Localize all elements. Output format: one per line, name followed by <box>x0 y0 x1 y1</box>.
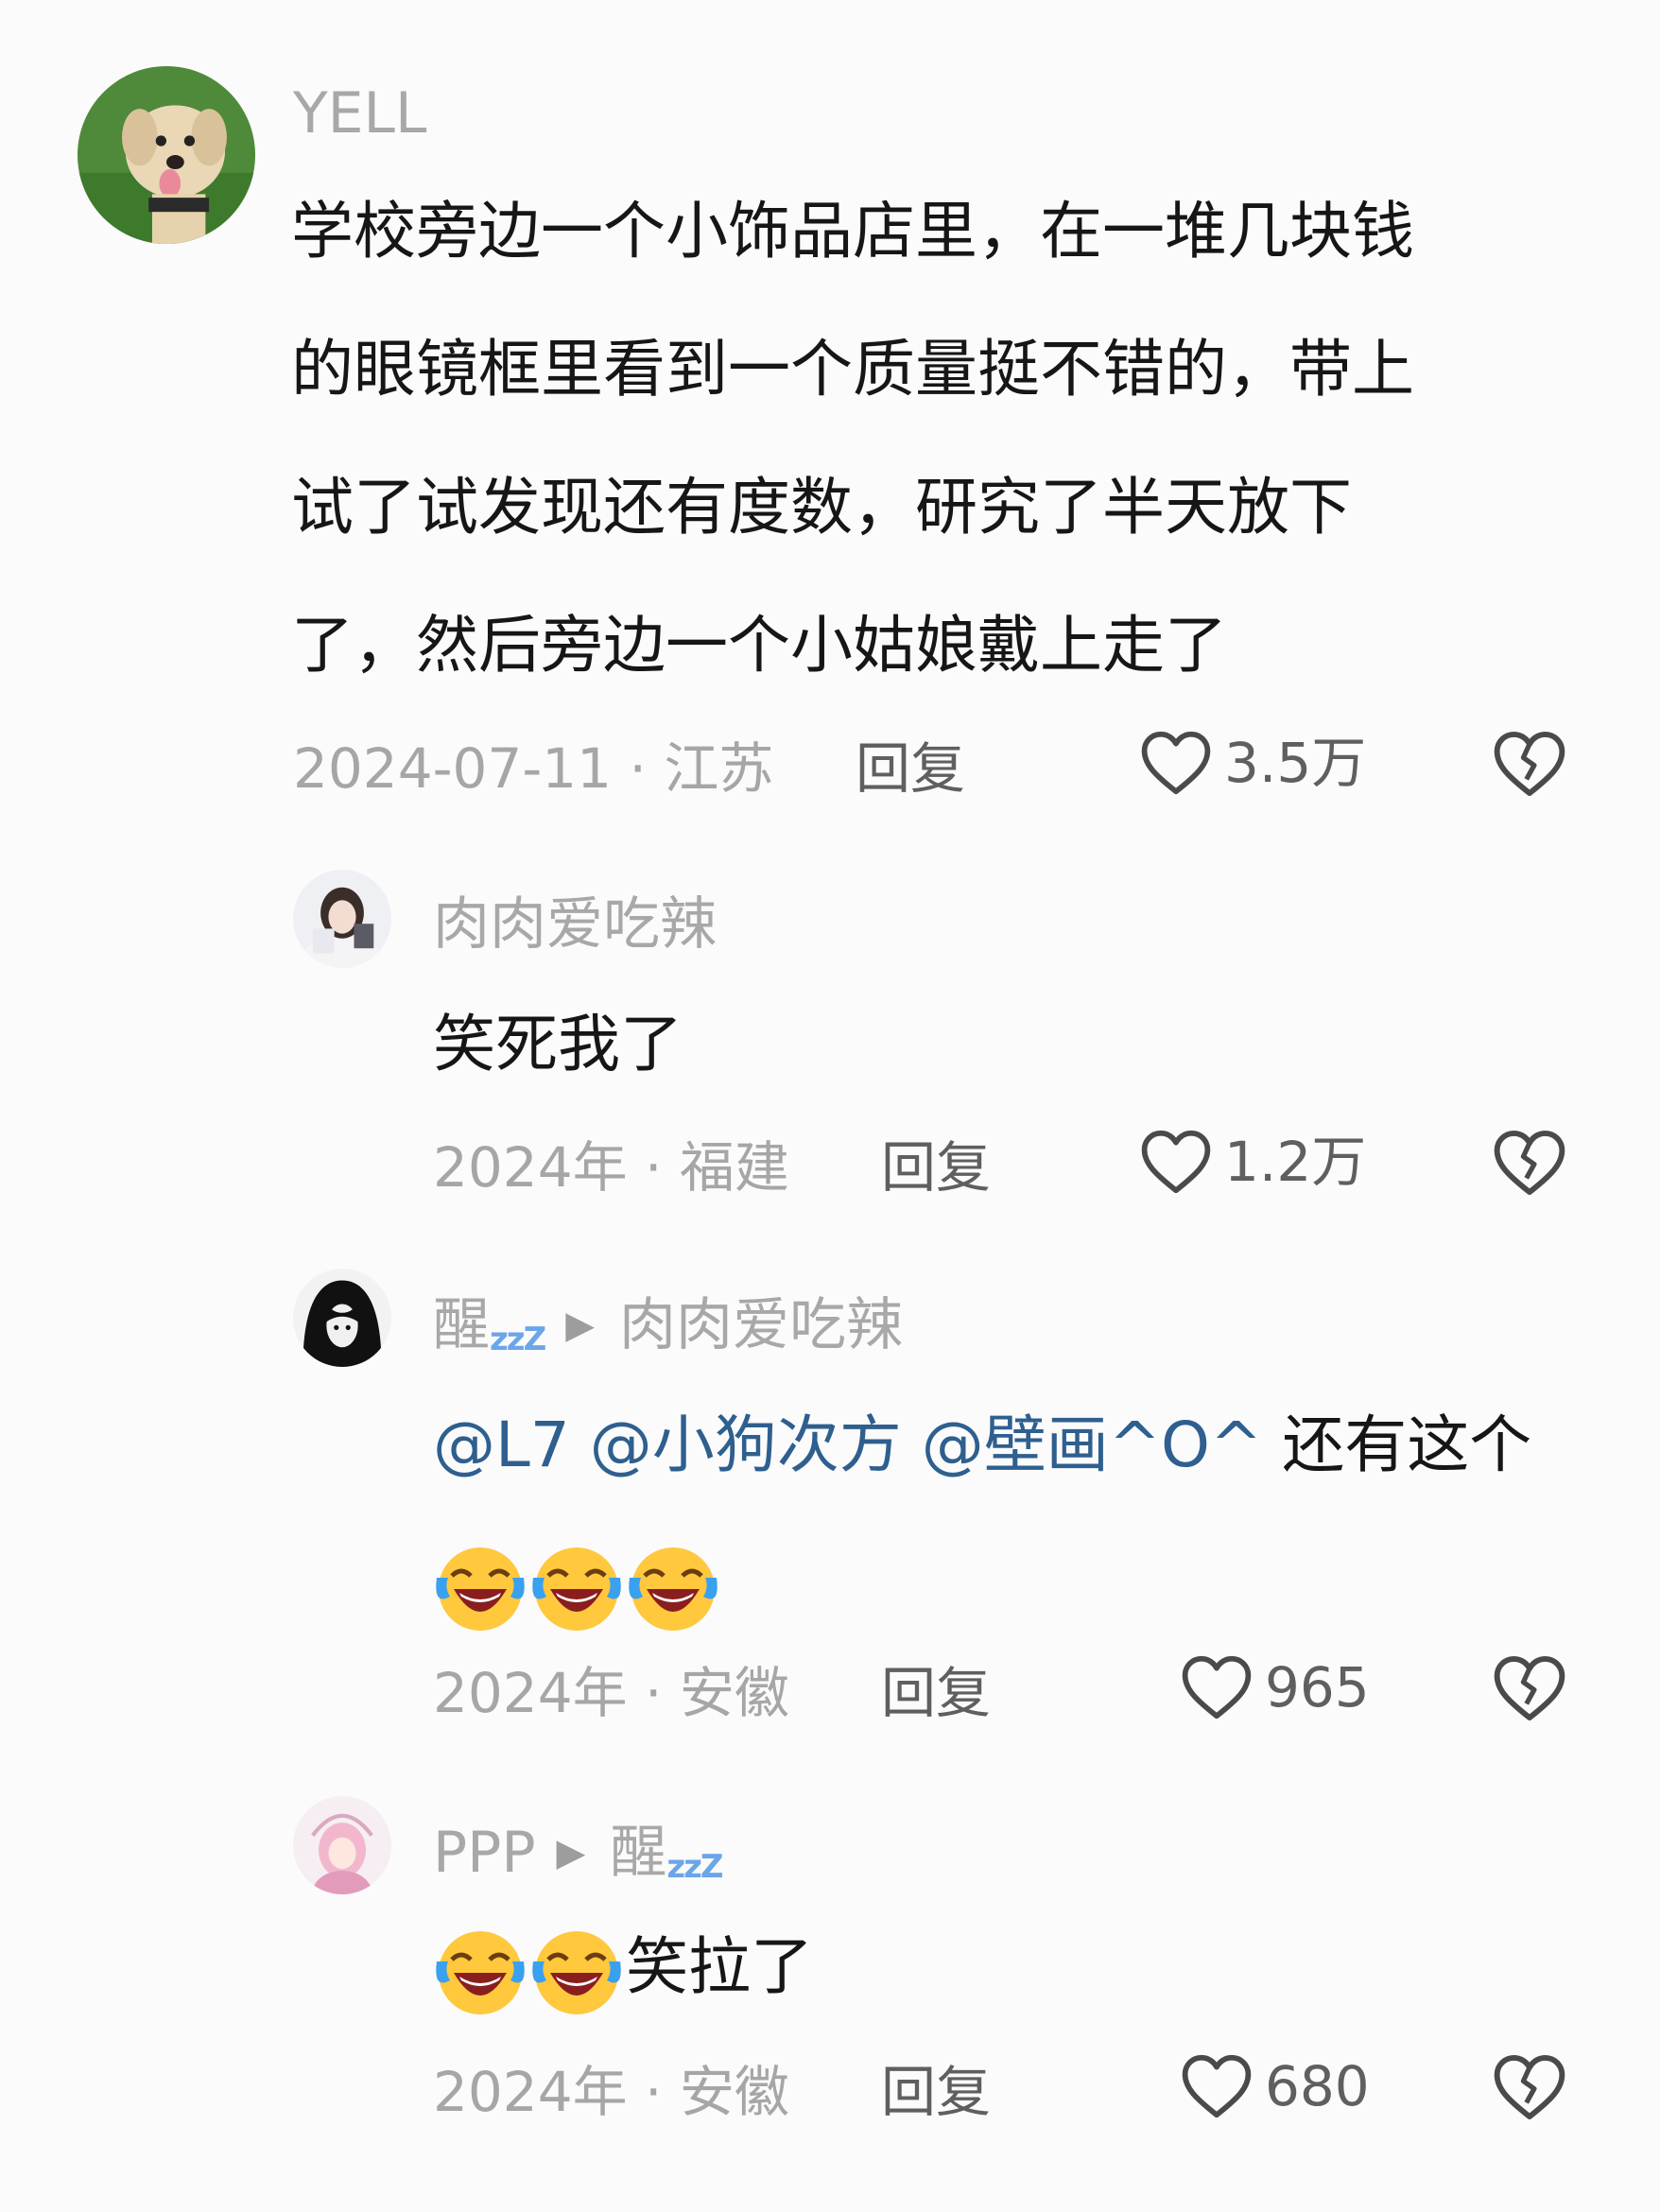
sleeping-zzz-icon: zzZ <box>490 1321 546 1358</box>
reply-button[interactable]: 回复 <box>881 1140 991 1195</box>
separator: · <box>645 1135 663 1200</box>
like-count: 680 <box>1265 2054 1370 2118</box>
comment-text: 笑拉了 <box>433 1898 813 2036</box>
comment-text-line: @L7 @小狗次方 @壁画^O^ 还有这个 <box>433 1376 1531 1514</box>
sleeping-zzz-icon: zzZ <box>666 1848 723 1886</box>
username-name: 醒 <box>433 1292 490 1358</box>
comment-location: 福建 <box>679 1135 789 1200</box>
comment-text-line: 学校旁边一个小饰品店里，在一堆几块钱 <box>291 195 1414 268</box>
reply-button[interactable]: 回复 <box>856 741 965 796</box>
like-button[interactable]: 680 <box>1180 2053 1370 2119</box>
heart-icon <box>1182 2054 1252 2118</box>
comment-location: 安徽 <box>679 1661 789 1725</box>
username[interactable]: 肉肉爱吃辣 <box>433 896 717 953</box>
emoji-row <box>433 1514 1531 1652</box>
comment-date: 2024年 <box>433 1135 628 1200</box>
heart-icon <box>1141 1130 1211 1194</box>
heart-icon <box>1141 731 1211 795</box>
reply-arrow-icon: ▶ <box>556 1831 586 1875</box>
comment-meta: 2024年 · 安徽 <box>433 1666 789 1720</box>
girl-avatar-icon <box>293 870 391 968</box>
comment-text: 笑死我了 <box>433 1008 683 1080</box>
separator: · <box>645 1661 663 1725</box>
avatar[interactable] <box>293 870 391 968</box>
avatar[interactable] <box>293 1269 391 1367</box>
comment-location: 江苏 <box>664 736 774 801</box>
reply-to-username[interactable]: 肉肉爱吃辣 <box>619 1297 903 1354</box>
broken-heart-icon[interactable] <box>1492 1654 1567 1722</box>
broken-heart-icon[interactable] <box>1492 730 1567 798</box>
comment-date: 2024年 <box>433 1661 628 1725</box>
username-text: YELL <box>293 80 427 147</box>
like-count: 1.2万 <box>1224 1130 1367 1194</box>
mention-link[interactable]: @壁画^O^ <box>922 1408 1263 1481</box>
reply-to-name: 醒 <box>610 1820 667 1886</box>
laughing-crying-emoji-icon <box>532 1547 621 1631</box>
broken-heart-icon[interactable] <box>1492 2053 1567 2121</box>
comment-text: @L7 @小狗次方 @壁画^O^ 还有这个 <box>433 1376 1531 1652</box>
reply-arrow-icon: ▶ <box>565 1304 595 1347</box>
like-button[interactable]: 1.2万 <box>1139 1129 1366 1195</box>
username-text: 肉肉爱吃辣 <box>433 891 717 958</box>
comment-meta: 2024年 · 安徽 <box>433 2065 789 2119</box>
username-text[interactable]: 醒zzZ <box>433 1297 546 1356</box>
comment-date: 2024年 <box>433 2060 628 2124</box>
like-count: 965 <box>1265 1655 1370 1719</box>
laughing-crying-emoji-icon <box>436 1930 525 2014</box>
comment-meta: 2024年 · 福建 <box>433 1140 789 1195</box>
avatar[interactable] <box>293 1796 391 1894</box>
separator: · <box>629 736 647 801</box>
laughing-crying-emoji-icon <box>629 1547 718 1631</box>
comment-text-line: 了，然后旁边一个小姑娘戴上走了 <box>291 609 1227 682</box>
avatar[interactable] <box>78 66 255 244</box>
comment-meta: 2024-07-11 · 江苏 <box>293 741 773 796</box>
heart-icon <box>1182 1655 1252 1719</box>
comment-text-content: 笑拉了 <box>626 1930 813 2003</box>
username[interactable]: YELL <box>293 85 426 142</box>
comment-date: 2024-07-11 <box>293 736 613 801</box>
like-button[interactable]: 965 <box>1180 1654 1370 1720</box>
comment-text: 学校旁边一个小饰品店里，在一堆几块钱 的眼镜框里看到一个质量挺不错的，带上 试了… <box>291 163 1414 715</box>
comment-location: 安徽 <box>679 2060 789 2124</box>
laughing-crying-emoji-icon <box>532 1930 621 2014</box>
reply-button[interactable]: 回复 <box>881 2065 991 2119</box>
dog-avatar-icon <box>78 66 255 244</box>
reply-button[interactable]: 回复 <box>881 1666 991 1720</box>
comment-text-line: 的眼镜框里看到一个质量挺不错的，带上 <box>291 333 1414 406</box>
comment-text-content: 还有这个 <box>1282 1408 1532 1481</box>
separator: · <box>645 2060 663 2124</box>
username-text[interactable]: PPP <box>433 1824 536 1881</box>
pink-anime-avatar-icon <box>293 1796 391 1894</box>
like-button[interactable]: 3.5万 <box>1139 730 1366 796</box>
username: PPP ▶ 醒zzZ <box>433 1824 724 1883</box>
username: 醒zzZ ▶ 肉肉爱吃辣 <box>433 1297 903 1356</box>
dark-hair-avatar-icon <box>293 1269 391 1367</box>
mention-link[interactable]: @L7 <box>433 1408 570 1481</box>
reply-to-username[interactable]: 醒zzZ <box>610 1824 723 1883</box>
comment-text-line: 试了试发现还有度数，研究了半天放下 <box>291 471 1352 544</box>
like-count: 3.5万 <box>1224 731 1367 795</box>
mention-link[interactable]: @小狗次方 <box>590 1408 902 1481</box>
broken-heart-icon[interactable] <box>1492 1129 1567 1197</box>
laughing-crying-emoji-icon <box>436 1547 525 1631</box>
